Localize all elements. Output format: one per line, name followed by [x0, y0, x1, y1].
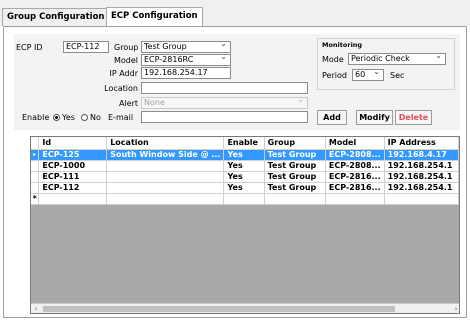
cell-location[interactable]	[106, 171, 225, 183]
cell-location[interactable]	[106, 193, 225, 205]
period-unit: Sec	[390, 71, 405, 80]
column-header-group[interactable]: Group	[264, 137, 326, 150]
scrollbar-thumb[interactable]	[43, 306, 395, 312]
email-field[interactable]	[141, 111, 308, 123]
period-select[interactable]: 60	[352, 69, 384, 81]
cell-group[interactable]: Test Group	[264, 182, 326, 194]
cell-model[interactable]: ECP-2816...	[325, 171, 385, 183]
column-header-ip-address[interactable]: IP Address	[384, 137, 459, 150]
cell-id[interactable]	[38, 193, 108, 205]
cell-group[interactable]: Test Group	[264, 160, 326, 172]
cell-enable[interactable]: Yes	[223, 171, 265, 183]
scroll-right-icon[interactable]: ›	[451, 304, 459, 313]
email-label: E-mail	[108, 113, 134, 122]
table-header-row: Id Location Enable Group Model IP Addres…	[31, 137, 459, 150]
cell-id[interactable]: ECP-125	[38, 149, 108, 161]
ecp-id-label: ECP ID	[16, 43, 43, 52]
row-header	[31, 182, 40, 194]
column-header-location[interactable]: Location	[106, 137, 225, 150]
location-label: Location	[104, 84, 138, 93]
table-row[interactable]: ▸ ECP-125 South Window Side @ ... Yes Te…	[31, 149, 459, 161]
delete-button[interactable]: Delete	[395, 110, 432, 125]
cell-model[interactable]: ECP-2808...	[325, 149, 385, 161]
cell-group[interactable]: Test Group	[264, 171, 326, 183]
modify-button[interactable]: Modify	[356, 110, 393, 125]
add-button[interactable]: Add	[317, 110, 347, 125]
enable-yes-radio[interactable]	[53, 114, 60, 121]
row-indicator-icon: ▸	[31, 149, 40, 161]
cell-group[interactable]: Test Group	[264, 149, 326, 161]
enable-no-radio[interactable]	[81, 114, 88, 121]
alert-label: Alert	[118, 99, 138, 108]
ecp-form: ECP ID ECP-112 Group Test Group Model EC…	[14, 34, 460, 130]
new-row-icon: *	[31, 193, 40, 205]
monitoring-group: Monitoring Mode Periodic Check Period 60…	[317, 38, 455, 90]
mode-label: Mode	[322, 55, 344, 64]
ip-label: IP Addr	[109, 69, 138, 78]
cell-group[interactable]	[264, 193, 326, 205]
cell-location[interactable]: South Window Side @ ...	[106, 149, 225, 161]
row-header	[31, 171, 40, 183]
horizontal-scrollbar[interactable]: ‹ ›	[31, 303, 459, 313]
enable-yes-label: Yes	[62, 113, 75, 122]
cell-id[interactable]: ECP-111	[38, 171, 108, 183]
model-label: Model	[113, 56, 138, 65]
new-row[interactable]: *	[31, 193, 459, 205]
column-header-enable[interactable]: Enable	[223, 137, 265, 150]
table-row[interactable]: ECP-1000 Yes Test Group ECP-2808... 192.…	[31, 160, 459, 172]
cell-enable[interactable]: Yes	[223, 149, 265, 161]
alert-select[interactable]: None	[141, 97, 308, 109]
cell-id[interactable]: ECP-1000	[38, 160, 108, 172]
cell-location[interactable]	[106, 182, 225, 194]
cell-model[interactable]: ECP-2808...	[325, 160, 385, 172]
cell-location[interactable]	[106, 160, 225, 172]
cell-ip[interactable]: 192.168.254.1	[384, 171, 459, 183]
cell-enable[interactable]	[223, 193, 265, 205]
enable-label: Enable	[22, 113, 50, 122]
enable-no-label: No	[90, 113, 101, 122]
cell-id[interactable]: ECP-112	[38, 182, 108, 194]
scroll-left-icon[interactable]: ‹	[31, 304, 41, 313]
cell-model[interactable]	[325, 193, 385, 205]
cell-enable[interactable]: Yes	[223, 182, 265, 194]
cell-ip[interactable]	[384, 193, 459, 205]
cell-enable[interactable]: Yes	[223, 160, 265, 172]
monitoring-title: Monitoring	[322, 41, 363, 49]
tab-ecp-configuration[interactable]: ECP Configuration	[106, 7, 203, 27]
row-header-corner	[31, 137, 40, 150]
row-header	[31, 160, 40, 172]
ip-field[interactable]: 192.168.254.17	[141, 67, 231, 79]
tab-bar: Group Configuration ECP Configuration	[0, 0, 470, 27]
mode-select[interactable]: Periodic Check	[348, 53, 446, 65]
table-row[interactable]: ECP-111 Yes Test Group ECP-2816... 192.1…	[31, 171, 459, 183]
group-label: Group	[114, 43, 139, 52]
period-label: Period	[322, 71, 347, 80]
column-header-id[interactable]: Id	[38, 137, 108, 150]
column-header-model[interactable]: Model	[325, 137, 385, 150]
ecp-table: Id Location Enable Group Model IP Addres…	[30, 136, 460, 314]
cell-model[interactable]: ECP-2816...	[325, 182, 385, 194]
ecp-id-field[interactable]: ECP-112	[63, 41, 109, 53]
cell-ip[interactable]: 192.168.254.1	[384, 182, 459, 194]
cell-ip[interactable]: 192.168.254.1	[384, 160, 459, 172]
cell-ip[interactable]: 192.168.4.17	[384, 149, 459, 161]
tab-group-configuration[interactable]: Group Configuration	[2, 8, 110, 26]
model-select[interactable]: ECP-2816RC	[141, 54, 231, 66]
group-select[interactable]: Test Group	[141, 41, 231, 53]
location-field[interactable]	[141, 82, 308, 94]
table-row[interactable]: ECP-112 Yes Test Group ECP-2816... 192.1…	[31, 182, 459, 194]
